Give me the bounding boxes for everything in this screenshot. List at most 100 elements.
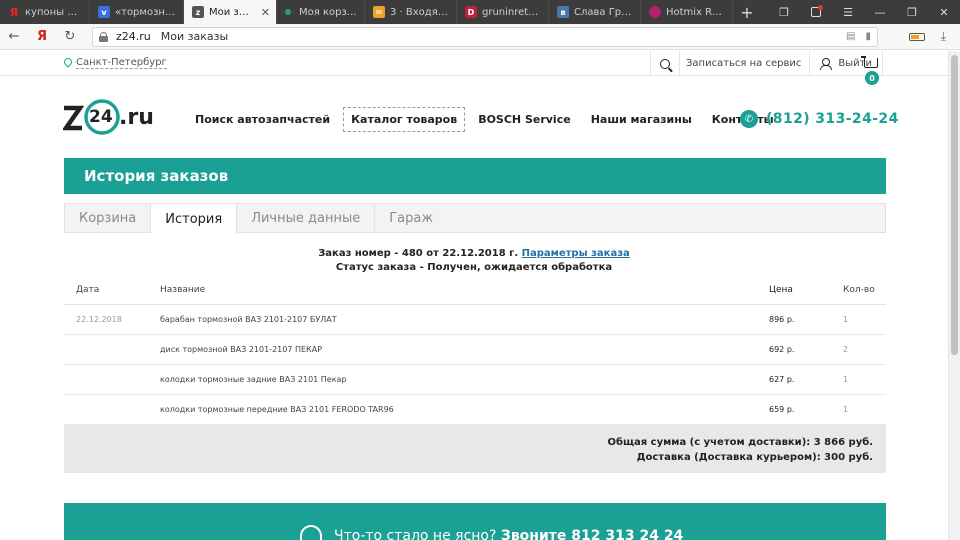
tab-title: купоны магазин: [25, 6, 83, 18]
table-header: Дата Название Цена Кол-во: [64, 275, 886, 305]
window-controls: ❐ ☰ — ❐ ✕: [768, 0, 960, 24]
yandex-icon: Я: [9, 5, 19, 19]
yandex-home-icon[interactable]: Я: [28, 29, 56, 44]
total-sum: Общая сумма (с учетом доставки): 3 866 р…: [607, 437, 873, 448]
browser-tab-my-orders[interactable]: z Мои заказы ✕: [184, 0, 277, 24]
browser-tab-vk[interactable]: в Слава Грунин: [549, 0, 641, 24]
service-signup-link[interactable]: Записаться на сервис: [680, 51, 811, 76]
search-icon: [660, 58, 670, 69]
bookmark-icon[interactable]: ▮: [865, 31, 871, 42]
browser-tab-hotmix[interactable]: Hotmix Radio 8: [641, 0, 733, 24]
browser-tab-coupons[interactable]: Я купоны магазин: [0, 0, 90, 24]
restore-icon[interactable]: ❐: [896, 0, 928, 24]
row-name: колодки тормозные передние ВАЗ 2101 FERO…: [160, 405, 394, 414]
address-bar: ← Я ↻ z24.ru Мои заказы ▤ ▮ ⤓: [0, 24, 960, 50]
back-icon[interactable]: ←: [0, 29, 28, 44]
site-favicon-icon: [285, 9, 291, 15]
url-page-title: Мои заказы: [160, 30, 229, 43]
page: Санкт-Петербург Записаться на сервис Вый…: [0, 51, 948, 540]
row-name: диск тормозной ВАЗ 2101-2107 ПЕКАР: [160, 345, 323, 354]
radio-icon: [649, 6, 661, 18]
tab-cart[interactable]: Корзина: [65, 204, 152, 232]
city-selector[interactable]: Санкт-Петербург: [64, 57, 167, 69]
new-tab-button[interactable]: +: [733, 0, 761, 24]
row-price: 896 р.: [769, 315, 795, 324]
row-qty: 2: [843, 345, 849, 354]
logo-number: 24: [89, 107, 113, 127]
tab-title: gruninretro, Са: [482, 6, 542, 18]
browser-tab-gruninretro[interactable]: D gruninretro, Са: [457, 0, 549, 24]
menu-icon[interactable]: ☰: [832, 0, 864, 24]
cart-count-badge: 0: [865, 71, 879, 85]
notifications-icon[interactable]: [800, 0, 832, 24]
nav-parts-search[interactable]: Поиск автозапчастей: [188, 108, 337, 131]
help-text: Что-то стало не ясно? Звоните 812 313 24…: [334, 528, 683, 540]
location-pin-icon: [64, 58, 72, 69]
nav-catalog[interactable]: Каталог товаров: [343, 106, 466, 132]
header-date: Дата: [76, 284, 100, 295]
browser-tab-inbox[interactable]: ✉ 3 · Входящие –: [365, 0, 457, 24]
browser-tab-brakes[interactable]: v «тормозные д: [90, 0, 184, 24]
url-domain: z24.ru: [116, 30, 151, 43]
tab-personal-data[interactable]: Личные данные: [237, 204, 376, 232]
header-price: Цена: [769, 284, 793, 295]
vk-icon: в: [557, 6, 569, 18]
user-icon: [820, 58, 833, 70]
close-window-icon[interactable]: ✕: [928, 0, 960, 24]
table-row: колодки тормозные задние ВАЗ 2101 Пекар …: [64, 365, 886, 395]
table-row: 22.12.2018 барабан тормозной ВАЗ 2101-21…: [64, 305, 886, 335]
row-qty: 1: [843, 375, 849, 384]
row-price: 692 р.: [769, 345, 795, 354]
cart-button[interactable]: 0: [861, 56, 882, 86]
header-qty: Кол-во: [843, 284, 875, 295]
help-question: Что-то стало не ясно?: [334, 528, 497, 540]
browser-tab-my-cart[interactable]: Моя корзина: [277, 0, 365, 24]
row-name: барабан тормозной ВАЗ 2101-2107 БУЛАТ: [160, 315, 337, 324]
lock-icon: [99, 31, 108, 42]
top-bar: Санкт-Петербург Записаться на сервис Вый…: [0, 51, 948, 85]
reload-icon[interactable]: ↻: [56, 29, 84, 44]
tab-title: Мои заказы: [209, 6, 255, 18]
browser-tab-bar: Я купоны магазин v «тормозные д z Мои за…: [0, 0, 960, 24]
row-date: 22.12.2018: [76, 315, 122, 324]
battery-icon: [908, 32, 925, 41]
order-params-link[interactable]: Параметры заказа: [522, 248, 630, 259]
nav-bosch-service[interactable]: BOSCH Service: [471, 108, 578, 131]
tab-history[interactable]: История: [151, 204, 238, 235]
nav-our-stores[interactable]: Наши магазины: [584, 108, 699, 131]
order-table: Дата Название Цена Кол-во 22.12.2018 бар…: [64, 275, 886, 425]
phone-icon: ✆: [740, 110, 758, 128]
minimize-icon[interactable]: —: [864, 0, 896, 24]
table-row: колодки тормозные передние ВАЗ 2101 FERO…: [64, 395, 886, 425]
close-icon[interactable]: ✕: [261, 6, 270, 19]
tab-title: Слава Грунин: [574, 6, 634, 18]
order-totals: Общая сумма (с учетом доставки): 3 866 р…: [64, 425, 886, 473]
site-favicon-icon: z: [192, 6, 204, 18]
logo-mark: [63, 99, 120, 135]
download-icon[interactable]: ⤓: [941, 29, 946, 44]
cart-icon: [861, 56, 878, 68]
delivery-cost: Доставка (Доставка курьером): 300 руб.: [636, 452, 873, 463]
page-scrollbar[interactable]: [948, 51, 960, 540]
tab-garage[interactable]: Гараж: [375, 204, 447, 232]
page-title-banner: История заказов: [64, 158, 886, 194]
site-favicon-icon: D: [465, 6, 477, 18]
row-name: колодки тормозные задние ВАЗ 2101 Пекар: [160, 375, 347, 384]
url-field[interactable]: z24.ru Мои заказы ▤ ▮: [92, 26, 878, 47]
reader-mode-icon[interactable]: ▤: [846, 31, 855, 42]
account-tabs: Корзина История Личные данные Гараж: [64, 203, 886, 235]
help-phone[interactable]: Звоните 812 313 24 24: [501, 528, 683, 540]
site-favicon-icon: v: [98, 6, 110, 18]
header-phone[interactable]: ✆ (812) 313-24-24: [740, 110, 899, 128]
search-button[interactable]: [650, 51, 680, 76]
site-logo[interactable]: 24 .ru: [63, 98, 173, 138]
tab-title: Hotmix Radio 8: [666, 6, 726, 18]
order-status: Статус заказа - Получен, ожидается обраб…: [335, 262, 613, 273]
order-header: Заказ номер - 480 от 22.12.2018 г. Парам…: [0, 248, 948, 259]
page-title: История заказов: [84, 167, 229, 185]
tab-title: Моя корзина: [299, 6, 358, 18]
phone-number: (812) 313-24-24: [766, 111, 899, 127]
help-banner: Что-то стало не ясно? Звоните 812 313 24…: [64, 503, 886, 540]
scrollbar-thumb[interactable]: [951, 55, 958, 355]
tabs-overview-icon[interactable]: ❐: [768, 0, 800, 24]
